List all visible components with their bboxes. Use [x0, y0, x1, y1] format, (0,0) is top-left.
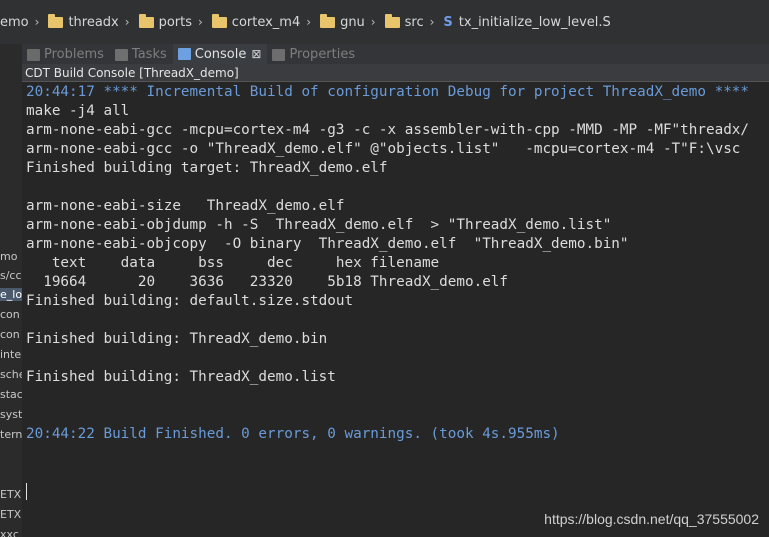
view-tab-bar: Problems Tasks Console ⊠ Properties — [22, 44, 769, 64]
tree-item[interactable]: mo — [0, 250, 22, 263]
tree-item[interactable]: stac — [0, 388, 22, 401]
tree-item[interactable]: xxc — [0, 528, 22, 537]
tree-item[interactable]: tern — [0, 428, 22, 441]
tree-item[interactable]: inte — [0, 348, 22, 361]
folder-icon — [320, 13, 336, 28]
tree-item[interactable]: s/cc — [0, 269, 22, 282]
close-icon[interactable]: ⊠ — [251, 47, 261, 61]
console-icon — [177, 48, 191, 60]
console-line: Finished building: ThreadX_demo.bin — [26, 331, 328, 347]
tab-console[interactable]: Console ⊠ — [172, 44, 268, 64]
chevron-right-icon: › — [370, 15, 376, 29]
chevron-right-icon: › — [429, 15, 435, 29]
properties-icon — [272, 48, 286, 61]
tasks-icon — [114, 48, 128, 61]
breadcrumb-item[interactable]: ports — [135, 13, 192, 30]
text-cursor — [26, 482, 27, 500]
console-line: 20:44:22 Build Finished. 0 errors, 0 war… — [26, 426, 560, 442]
project-explorer-pane: mo s/cc e_lov con con inte sche stac sys… — [0, 44, 23, 537]
console-text: 20:44:17 **** Incremental Build of confi… — [22, 82, 769, 501]
console-line: Finished building target: ThreadX_demo.e… — [26, 160, 388, 176]
breadcrumb-item[interactable]: threadx — [44, 13, 119, 30]
tab-problems[interactable]: Problems — [22, 45, 110, 64]
tree-item[interactable]: ETX — [0, 508, 22, 521]
console-line: Finished building: default.size.stdout — [26, 293, 354, 309]
breadcrumb-item[interactable]: gnu — [316, 13, 365, 30]
problems-icon — [27, 48, 40, 61]
watermark: https://blog.csdn.net/qq_37555002 — [544, 511, 759, 527]
folder-icon — [211, 13, 227, 28]
tree-item-selected[interactable]: e_lov — [0, 288, 22, 301]
console-output[interactable]: 20:44:17 **** Incremental Build of confi… — [22, 82, 769, 537]
tab-properties[interactable]: Properties — [267, 45, 361, 64]
console-line: arm-none-eabi-objcopy -O binary ThreadX_… — [26, 236, 629, 252]
breadcrumb-item[interactable]: cortex_m4 — [208, 13, 300, 30]
assembly-file-icon: S — [443, 14, 453, 30]
chevron-right-icon: › — [124, 15, 130, 29]
folder-icon — [384, 13, 400, 28]
chevron-right-icon: › — [306, 15, 312, 29]
breadcrumb: emo › threadx › ports › cortex_m4 › gnu … — [0, 0, 769, 44]
breadcrumb-file[interactable]: Stx_initialize_low_level.S — [439, 15, 610, 30]
tree-item[interactable]: ETX — [0, 488, 22, 501]
chevron-right-icon: › — [197, 15, 203, 29]
console-line: make -j4 all — [26, 103, 130, 119]
chevron-right-icon: › — [34, 15, 40, 29]
console-line: text data bss dec hex filename — [26, 255, 440, 271]
console-line: arm-none-eabi-size ThreadX_demo.elf — [26, 198, 345, 214]
console-line: 20:44:17 **** Incremental Build of confi… — [26, 84, 750, 100]
console-line: arm-none-eabi-objdump -h -S ThreadX_demo… — [26, 217, 612, 233]
folder-icon — [138, 13, 154, 28]
console-title: CDT Build Console [ThreadX_demo] — [22, 64, 769, 82]
breadcrumb-item[interactable]: src — [381, 13, 424, 30]
console-line: 19664 20 3636 23320 5b18 ThreadX_demo.el… — [26, 274, 509, 290]
tree-item[interactable]: con — [0, 308, 22, 321]
breadcrumb-item[interactable]: emo — [0, 15, 29, 30]
tree-item[interactable]: con — [0, 328, 22, 341]
tab-tasks[interactable]: Tasks — [110, 45, 173, 64]
folder-icon — [48, 13, 64, 28]
tree-item[interactable]: sche — [0, 368, 22, 381]
console-line: arm-none-eabi-gcc -mcpu=cortex-m4 -g3 -c… — [26, 122, 750, 138]
tree-item[interactable]: syst — [0, 408, 22, 421]
console-line: arm-none-eabi-gcc -o "ThreadX_demo.elf" … — [26, 141, 741, 157]
console-line: Finished building: ThreadX_demo.list — [26, 369, 336, 385]
